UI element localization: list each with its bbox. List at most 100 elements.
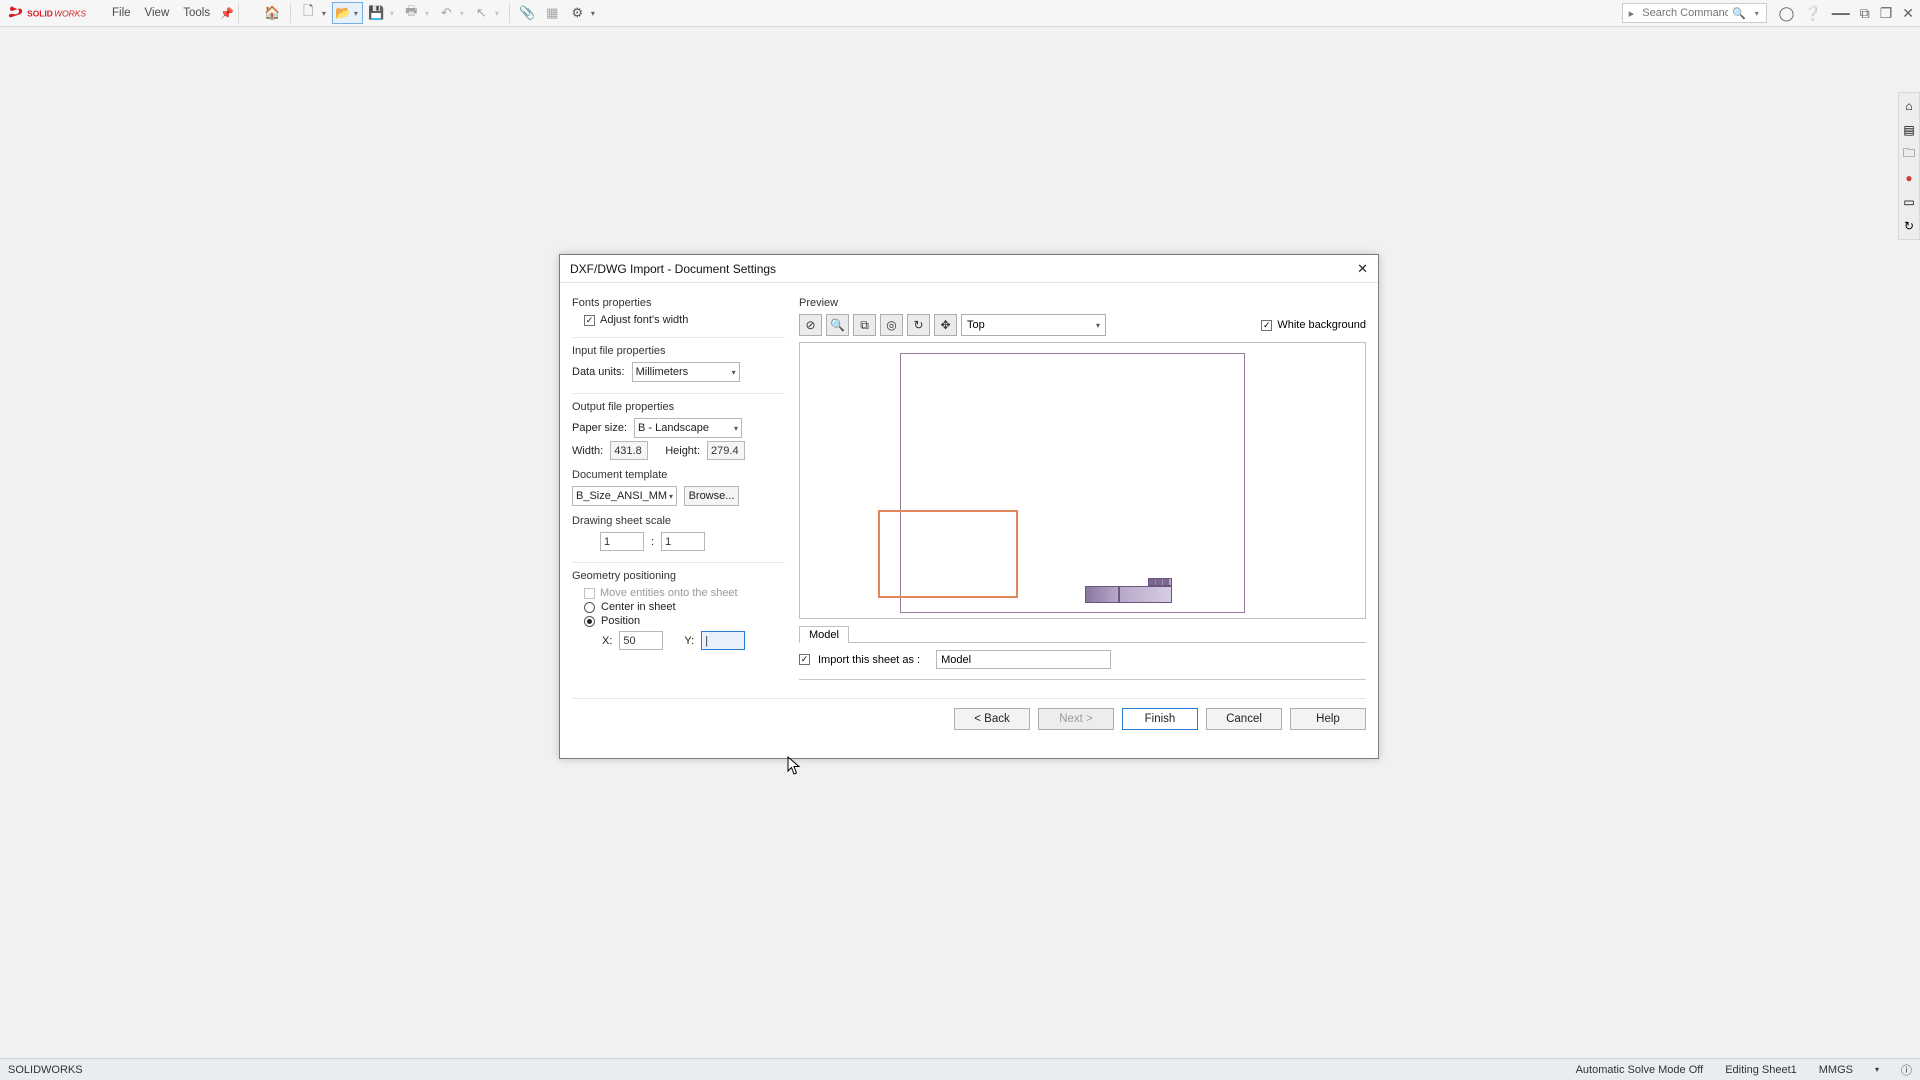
minimize-icon[interactable]: — [1832,3,1850,24]
solidworks-logo: SOLID WORKS [8,2,98,24]
status-solve-mode[interactable]: Automatic Solve Mode Off [1576,1064,1704,1076]
preview-header: Preview [799,297,1366,309]
svg-text:SOLID: SOLID [27,8,53,18]
user-icon[interactable]: ◯ [1779,5,1795,22]
pin-icon[interactable]: 📌 [220,7,234,20]
scale-denominator-input[interactable] [661,532,705,551]
print-icon[interactable]: 🖶 [400,2,423,24]
zoom-in-icon[interactable]: 🔍 [826,314,849,336]
open-document-icon[interactable]: 📂 [333,2,354,24]
x-input[interactable] [619,631,663,650]
import-dialog: DXF/DWG Import - Document Settings ✕ Fon… [559,254,1379,759]
checkbox-icon [584,588,595,599]
template-select[interactable]: B_Size_ANSI_MM▾ [572,486,677,506]
center-radio[interactable]: Center in sheet [584,601,785,613]
home-icon[interactable]: 🏠 [261,2,284,24]
rail-folder-icon[interactable]: 🗀 [1900,145,1918,163]
fonts-header: Fonts properties [572,297,785,309]
rail-layers-icon[interactable]: ▤ [1900,121,1918,139]
search-input[interactable] [1640,6,1730,20]
adjust-font-label: Adjust font's width [600,314,688,326]
new-document-icon[interactable]: 🗋 [297,2,320,24]
entity-boundary [878,510,1018,598]
status-info-icon[interactable]: ⓘ [1901,1062,1912,1078]
menu-tools[interactable]: Tools [183,7,210,19]
position-label: Position [601,615,640,627]
svg-text:WORKS: WORKS [54,8,86,18]
title-block [1085,586,1172,603]
attach-icon[interactable]: 📎 [516,2,539,24]
import-as-label: Import this sheet as : [818,654,920,666]
template-label: Document template [572,469,785,481]
width-label: Width: [572,445,603,457]
white-bg-label: White background [1277,319,1366,331]
y-input[interactable] [701,631,745,650]
model-tab[interactable]: Model [799,626,849,643]
status-units[interactable]: MMGS [1819,1064,1853,1076]
search-drop-icon[interactable]: ▾ [1748,9,1766,18]
menu-file[interactable]: File [112,7,131,19]
settings-icon[interactable]: ⚙ [566,2,589,24]
rail-home-icon[interactable]: ⌂ [1900,97,1918,115]
next-button: Next > [1038,708,1114,730]
height-input[interactable] [707,441,745,460]
position-radio[interactable]: Position [584,615,785,627]
back-button[interactable]: < Back [954,708,1030,730]
input-props-header: Input file properties [572,345,785,357]
help-button[interactable]: Help [1290,708,1366,730]
search-commands[interactable]: ▸ 🔍 ▾ [1622,3,1767,23]
view-orientation-select[interactable]: Top▾ [961,314,1106,336]
adjust-font-checkbox[interactable]: Adjust font's width [572,314,785,326]
rail-appearance-icon[interactable]: ● [1900,169,1918,187]
search-icon[interactable]: 🔍 [1730,7,1748,20]
checkbox-icon [1261,320,1272,331]
zoom-fit-icon[interactable]: ◎ [880,314,903,336]
close-icon[interactable]: ✕ [1357,261,1368,277]
undo-icon[interactable]: ↶ [435,2,458,24]
radio-icon [584,602,595,613]
radio-icon [584,616,595,627]
scale-label: Drawing sheet scale [572,515,785,527]
pan-icon[interactable]: ✥ [934,314,957,336]
search-scope-icon[interactable]: ▸ [1623,7,1641,20]
cursor-icon [787,756,801,776]
preview-canvas[interactable] [799,342,1366,619]
geometry-header: Geometry positioning [572,570,785,582]
status-editing[interactable]: Editing Sheet1 [1725,1064,1797,1076]
save-icon[interactable]: 💾 [365,2,388,24]
finish-button[interactable]: Finish [1122,708,1198,730]
white-background-checkbox[interactable]: White background [1261,319,1366,331]
main-menu: File View Tools [112,7,210,19]
height-label: Height: [665,445,700,457]
dialog-title: DXF/DWG Import - Document Settings [570,262,776,276]
restore-multi-icon[interactable]: ⧉ [1860,5,1870,22]
layout-icon[interactable]: ▦ [541,2,564,24]
paper-size-select[interactable]: B - Landscape▾ [634,418,742,438]
work-area: ⌂ ▤ 🗀 ● ▭ ↻ DXF/DWG Import - Document Se… [0,27,1920,1058]
zoom-area-icon[interactable]: ⧉ [853,314,876,336]
import-sheet-checkbox[interactable] [799,654,810,665]
close-window-icon[interactable]: ✕ [1902,5,1914,22]
import-as-input[interactable] [936,650,1111,669]
help-icon[interactable]: ❔ [1804,5,1821,22]
refresh-preview-icon[interactable]: ↻ [907,314,930,336]
menu-view[interactable]: View [145,7,170,19]
width-input[interactable] [610,441,648,460]
right-tool-rail: ⌂ ▤ 🗀 ● ▭ ↻ [1898,92,1920,240]
cancel-button[interactable]: Cancel [1206,708,1282,730]
data-units-select[interactable]: Millimeters▾ [632,362,740,382]
dialog-titlebar: DXF/DWG Import - Document Settings ✕ [560,255,1378,283]
move-entities-label: Move entities onto the sheet [600,587,738,599]
no-zoom-icon[interactable]: ⊘ [799,314,822,336]
scale-numerator-input[interactable] [600,532,644,551]
scale-sep: : [651,536,654,548]
restore-icon[interactable]: ❐ [1880,5,1893,22]
rail-display-icon[interactable]: ▭ [1900,193,1918,211]
select-icon[interactable]: ↖ [470,2,493,24]
browse-button[interactable]: Browse... [684,486,739,506]
status-drop-icon[interactable]: ▾ [1875,1065,1879,1074]
data-units-label: Data units: [572,366,625,378]
rail-refresh-icon[interactable]: ↻ [1900,217,1918,235]
output-props-header: Output file properties [572,401,785,413]
x-label: X: [602,635,612,647]
